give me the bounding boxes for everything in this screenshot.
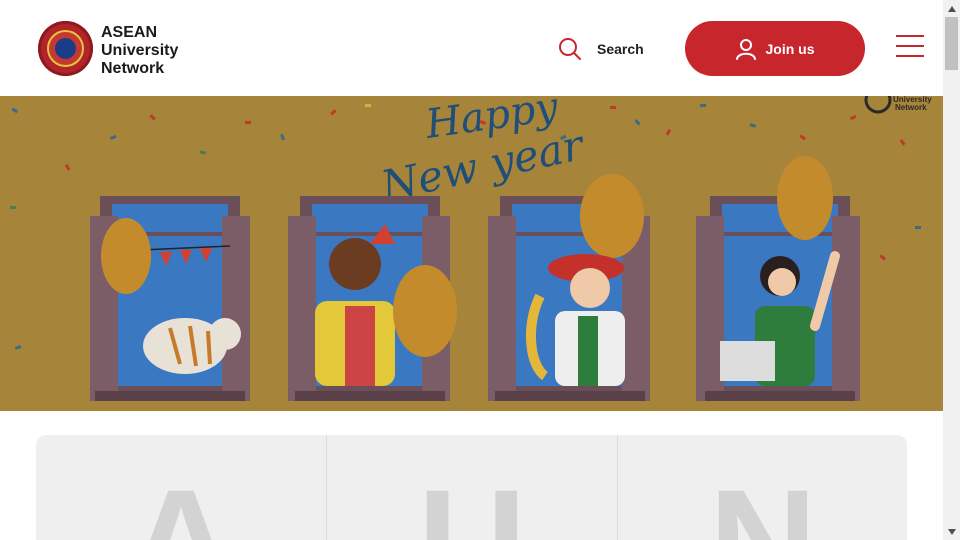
scroll-down-arrow-icon[interactable]: [943, 523, 960, 540]
join-us-label: Join us: [765, 40, 815, 57]
window-2: [288, 196, 457, 401]
aun-logo[interactable]: ASEAN University Network: [38, 21, 198, 77]
feature-cards: A U N: [36, 435, 907, 540]
logo-line-2: University: [101, 42, 179, 59]
card-letter: U: [418, 467, 526, 540]
search-label: Search: [597, 41, 644, 57]
search-button[interactable]: Search: [558, 36, 644, 62]
card-letter: A: [127, 467, 235, 540]
join-us-button[interactable]: Join us: [685, 21, 865, 76]
new-year-illustration: University Network Happy New year: [0, 96, 943, 411]
vertical-scrollbar[interactable]: [943, 0, 960, 540]
window-1: [90, 196, 250, 401]
scroll-up-arrow-icon[interactable]: [943, 0, 960, 17]
hero-banner-image: University Network Happy New year: [0, 96, 943, 411]
aun-emblem-icon: [38, 21, 93, 76]
card-n[interactable]: N: [618, 435, 907, 540]
user-icon: [736, 38, 757, 60]
logo-wordmark: ASEAN University Network: [101, 24, 201, 78]
logo-line-3: Network: [101, 60, 165, 77]
window-3: [488, 174, 650, 401]
card-a[interactable]: A: [36, 435, 326, 540]
corner-mark-line-2: Network: [895, 103, 927, 112]
site-header: ASEAN University Network Search Join us: [0, 0, 943, 96]
card-u[interactable]: U: [327, 435, 617, 540]
hamburger-menu-icon[interactable]: [896, 33, 924, 59]
logo-line-1: ASEAN: [101, 24, 158, 41]
search-icon: [559, 38, 581, 60]
card-letter: N: [709, 467, 817, 540]
scrollbar-thumb[interactable]: [945, 17, 958, 70]
